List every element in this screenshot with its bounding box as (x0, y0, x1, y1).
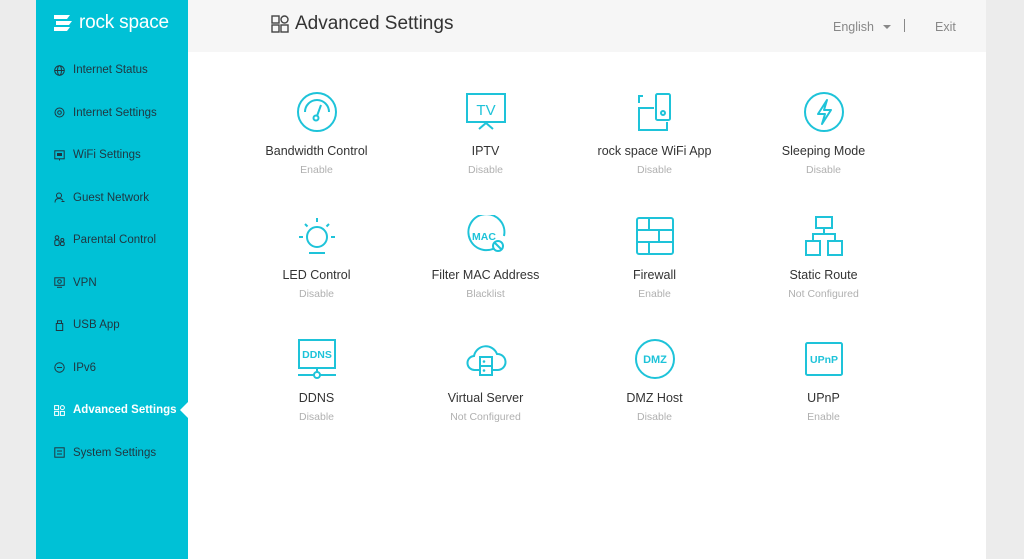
feature-name: LED Control (282, 267, 351, 282)
feature-name: DDNS (298, 391, 335, 405)
feature-bandwidth-control[interactable]: Bandwidth Control Enable (232, 90, 401, 214)
header-divider (904, 19, 905, 32)
main-content: Bandwidth Control Enable TV IPTV Disable… (188, 52, 986, 559)
feature-ddns[interactable]: DDNS DDNS Disable (232, 337, 401, 461)
sidebar-item-label: Guest Network (73, 191, 150, 204)
header: Advanced Settings English Exit (188, 0, 986, 52)
feature-status: Enable (300, 164, 333, 176)
sidebar-item-advanced-settings[interactable]: Advanced Settings (36, 389, 188, 432)
sidebar-item-label: USB App (73, 319, 120, 332)
feature-dmz-host[interactable]: DMZ DMZ Host Disable (570, 337, 739, 461)
feature-name: IPTV (471, 144, 500, 158)
ddns-icon: DDNS (295, 337, 339, 381)
vpn-monitor-icon (54, 277, 65, 289)
sidebar-item-internet-settings[interactable]: Internet Settings (36, 92, 188, 135)
sidebar-item-usb-app[interactable]: USB App (36, 304, 188, 347)
guest-user-icon (54, 192, 65, 203)
sidebar-item-label: Advanced Settings (73, 404, 177, 417)
feature-led-control[interactable]: LED Control Disable (232, 214, 401, 338)
sidebar-item-label: Internet Status (73, 64, 148, 77)
feature-status: Disable (467, 164, 504, 176)
ddns-icon-text: DDNS (302, 349, 332, 361)
sidebar-item-label: WiFi Settings (73, 149, 141, 162)
usb-icon (54, 320, 65, 331)
lightning-icon (802, 90, 846, 134)
caret-down-icon (883, 25, 891, 29)
speedometer-icon (295, 90, 339, 134)
upnp-icon: UPnP (802, 337, 846, 381)
feature-name: Filter MAC Address (431, 267, 540, 282)
sidebar-item-guest-network[interactable]: Guest Network (36, 177, 188, 220)
feature-firewall[interactable]: Firewall Enable (570, 214, 739, 338)
feature-status: Disable (298, 287, 335, 300)
mac-icon-text: MAC (472, 231, 496, 243)
feature-upnp[interactable]: UPnP UPnP Enable (739, 337, 908, 461)
upnp-icon-text: UPnP (809, 354, 837, 366)
sidebar-item-label: Internet Settings (73, 106, 157, 119)
brand-name: rock space (79, 12, 169, 33)
grid-icon (271, 15, 289, 33)
feature-virtual-server[interactable]: Virtual Server Not Configured (401, 337, 570, 461)
phone-app-icon (633, 90, 677, 134)
feature-status: Disable (636, 164, 673, 176)
feature-filter-mac-address[interactable]: MAC Filter MAC Address Blacklist (401, 214, 570, 338)
cloud-server-icon (464, 337, 508, 381)
globe-icon (54, 64, 65, 76)
feature-iptv[interactable]: TV IPTV Disable (401, 90, 570, 214)
sidebar-item-label: System Settings (73, 446, 157, 459)
page-title-text: Advanced Settings (295, 13, 454, 34)
sidebar-item-internet-status[interactable]: Internet Status (36, 49, 188, 92)
feature-rock-space-wifi-app[interactable]: rock space WiFi App Disable (570, 90, 739, 214)
internet-settings-icon (54, 107, 65, 118)
route-tree-icon (802, 214, 846, 258)
grid-icon (54, 404, 65, 416)
feature-status: Disable (298, 411, 335, 423)
tv-icon: TV (464, 90, 508, 134)
language-label: English (833, 20, 874, 34)
sidebar-nav: Internet Status Internet Settings WiFi S… (36, 49, 188, 474)
rock-space-logo-icon (54, 15, 72, 31)
tv-icon-text: TV (476, 102, 495, 119)
dmz-icon: DMZ (633, 337, 677, 381)
feature-name: Bandwidth Control (265, 144, 368, 158)
bulb-icon (295, 214, 339, 258)
sidebar-item-system-settings[interactable]: System Settings (36, 432, 188, 475)
sidebar-item-wifi-settings[interactable]: WiFi Settings (36, 134, 188, 177)
feature-status: Disable (636, 411, 673, 423)
feature-status: Not Configured (788, 287, 859, 300)
wifi-settings-icon (54, 150, 65, 161)
feature-status: Not Configured (450, 411, 521, 423)
sidebar-item-label: Parental Control (73, 234, 157, 247)
sidebar: rock space Internet Status Internet Sett… (36, 0, 188, 559)
feature-sleeping-mode[interactable]: Sleeping Mode Disable (739, 90, 908, 214)
mac-filter-icon: MAC (464, 214, 508, 258)
sidebar-item-ipv6[interactable]: IPv6 (36, 347, 188, 390)
feature-status: Blacklist (466, 287, 505, 300)
feature-grid: Bandwidth Control Enable TV IPTV Disable… (232, 90, 908, 461)
feature-status: Enable (638, 287, 671, 300)
firewall-icon (633, 214, 677, 258)
feature-name: Firewall (632, 267, 677, 282)
feature-name: Sleeping Mode (781, 144, 866, 158)
dmz-icon-text: DMZ (643, 354, 667, 366)
system-settings-icon (54, 447, 65, 458)
page-title: Advanced Settings (271, 13, 453, 35)
exit-link[interactable]: Exit (935, 20, 956, 34)
ipv6-icon (54, 362, 65, 373)
feature-status: Enable (807, 411, 840, 423)
language-select[interactable]: English (833, 20, 891, 34)
feature-name: DMZ Host (626, 391, 683, 405)
logo: rock space (53, 12, 169, 34)
feature-name: UPnP (807, 391, 840, 405)
feature-status: Disable (805, 164, 842, 176)
sidebar-item-parental-control[interactable]: Parental Control (36, 219, 188, 262)
feature-name: Virtual Server (447, 391, 524, 405)
feature-name: Static Route (789, 267, 858, 282)
parental-icon (54, 234, 65, 246)
sidebar-item-vpn[interactable]: VPN (36, 262, 188, 305)
feature-name: rock space WiFi App (597, 144, 712, 158)
sidebar-item-label: IPv6 (73, 361, 97, 374)
feature-static-route[interactable]: Static Route Not Configured (739, 214, 908, 338)
sidebar-item-label: VPN (73, 276, 97, 289)
